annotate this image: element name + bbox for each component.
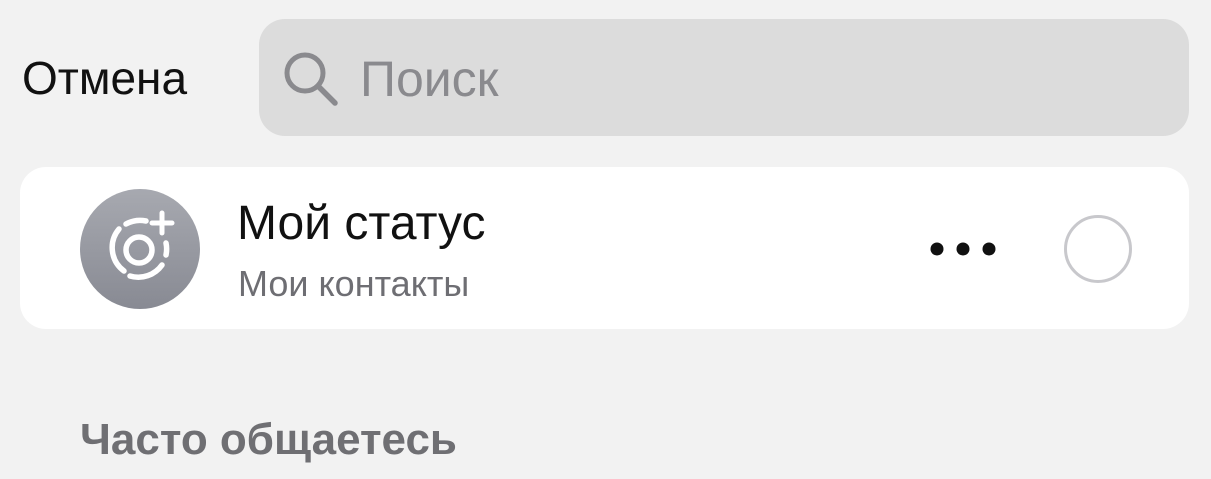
search-icon [284, 52, 338, 106]
search-input[interactable] [360, 44, 1160, 114]
cancel-button[interactable]: Отмена [22, 48, 187, 108]
my-status-avatar[interactable] [80, 189, 200, 309]
my-status-title: Мой статус [237, 197, 486, 250]
section-header-frequent: Часто общаетесь [80, 415, 457, 464]
status-add-icon [109, 210, 175, 280]
my-status-privacy-label: Мои контакты [238, 263, 470, 304]
select-radio[interactable] [1064, 215, 1132, 283]
status-picker-screen: Отмена Мой статус Мои контакты Часто общ… [0, 0, 1211, 479]
more-options-icon[interactable] [926, 232, 1004, 266]
